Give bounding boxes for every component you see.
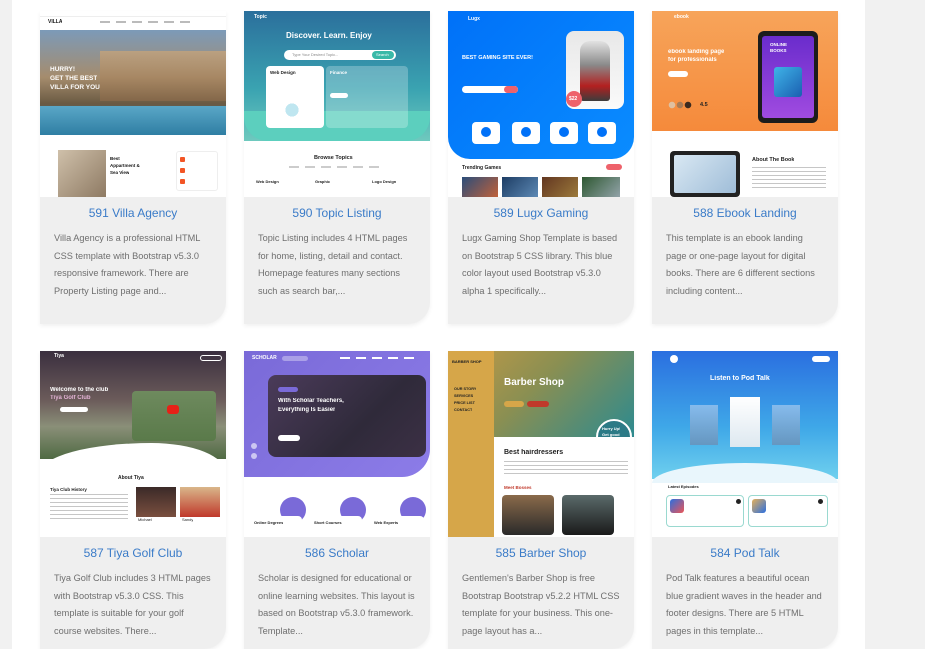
thumb-section: Latest Episodes (668, 484, 699, 489)
card-title[interactable]: 588 Ebook Landing (652, 206, 838, 222)
thumbnail-pod-talk[interactable]: Listen to Pod Talk Latest Episodes (652, 351, 838, 537)
thumb-item-2: Short Courses (314, 520, 342, 525)
card-description: Gentlemen's Barber Shop is free Bootstra… (462, 573, 620, 636)
thumb-section: Trending Games (462, 165, 502, 171)
thumb-card-2: Finance (330, 70, 348, 75)
thumb-section: Browse Topics (314, 155, 353, 161)
card-title[interactable]: 585 Barber Shop (448, 546, 634, 562)
template-card-ebook-landing[interactable]: ebook ebook landing page for professiona… (652, 11, 838, 324)
thumb-screen-1: ONLINE (770, 42, 788, 47)
thumb-sub: Tiya Club History (50, 487, 87, 492)
card-title[interactable]: 590 Topic Listing (244, 206, 430, 222)
thumb-section: About Tiya (118, 475, 144, 481)
thumb-feature-2: Appartment & (110, 163, 140, 168)
thumb-hero-line2: Tiya Golf Club (50, 395, 91, 401)
card-title[interactable]: 591 Villa Agency (40, 206, 226, 222)
thumb-topic-1: Web Design (256, 179, 279, 184)
card-title[interactable]: 584 Pod Talk (652, 546, 838, 562)
thumbnail-villa-agency[interactable]: VILLA HURRY! GET THE BEST VILLA FOR YOU … (40, 11, 226, 197)
template-card-topic-listing[interactable]: Topic Discover. Learn. Enjoy Type Your D… (244, 11, 430, 324)
thumb-hero-line3: VILLA FOR YOU (50, 84, 100, 91)
thumb-hero-line1: With Scholar Teachers, (278, 398, 344, 404)
thumb-section: About The Book (752, 157, 795, 163)
thumb-hero: BEST GAMING SITE EVER! (462, 55, 533, 61)
card-title[interactable]: 586 Scholar (244, 546, 430, 562)
thumb-search-button: Search (376, 52, 389, 57)
thumb-price: $22 (569, 96, 578, 102)
template-card-lugx-gaming[interactable]: Lugx BEST GAMING SITE EVER! $22 Trending… (448, 11, 634, 324)
template-card-barber-shop[interactable]: BARBER SHOP OUR STORY SERVICES PRICE LIS… (448, 351, 634, 649)
thumb-hero: Discover. Learn. Enjoy (286, 31, 372, 40)
template-gallery: VILLA HURRY! GET THE BEST VILLA FOR YOU … (12, 0, 865, 649)
thumb-hero-line1: HURRY! (50, 66, 76, 73)
thumbnail-topic-listing[interactable]: Topic Discover. Learn. Enjoy Type Your D… (244, 11, 430, 197)
thumb-rating: 4.5 (700, 102, 708, 108)
card-description: Topic Listing includes 4 HTML pages for … (258, 233, 408, 296)
thumbnail-scholar[interactable]: SCHOLAR With Scholar Teachers, Everythin… (244, 351, 430, 537)
thumb-hero-line1: Welcome to the club (50, 387, 109, 393)
template-card-villa-agency[interactable]: VILLA HURRY! GET THE BEST VILLA FOR YOU … (40, 11, 226, 324)
thumb-brand: BARBER SHOP (452, 359, 482, 364)
thumb-nav-3: PRICE LIST (454, 401, 475, 405)
thumb-nav-1: OUR STORY (454, 387, 477, 391)
thumb-badge-1: Hurry Up! (602, 426, 621, 431)
thumb-hero-line2: GET THE BEST (50, 75, 98, 82)
thumb-brand: ebook (674, 14, 689, 20)
card-description: Scholar is designed for educational or o… (258, 573, 415, 636)
thumb-nav-4: CONTACT (454, 408, 473, 412)
thumb-feature-3: Sea View (110, 170, 130, 175)
thumbnail-lugx-gaming[interactable]: Lugx BEST GAMING SITE EVER! $22 Trending… (448, 11, 634, 197)
thumb-hero: Listen to Pod Talk (710, 375, 770, 382)
thumb-hero-line2: Everything Is Easier (278, 407, 336, 413)
thumbnail-tiya-golf-club[interactable]: Tiya Welcome to the club Tiya Golf Club … (40, 351, 226, 537)
card-description: This template is an ebook landing page o… (666, 233, 815, 296)
thumb-search-input: Type Your Desired Topic... (292, 52, 339, 57)
card-description: Villa Agency is a professional HTML CSS … (54, 233, 201, 296)
card-title[interactable]: 589 Lugx Gaming (448, 206, 634, 222)
thumb-card-1: Web Design (270, 70, 296, 75)
thumb-person-1: Michael (138, 517, 152, 522)
thumbnail-barber-shop[interactable]: BARBER SHOP OUR STORY SERVICES PRICE LIS… (448, 351, 634, 537)
thumb-brand: SCHOLAR (252, 355, 277, 361)
thumb-screen-2: BOOKS (770, 48, 787, 53)
thumb-brand: VILLA (48, 19, 63, 25)
thumb-hero-line1: ebook landing page (668, 49, 725, 55)
thumb-item-1: Online Degrees (254, 520, 284, 525)
thumb-feature-1: Best (110, 156, 120, 161)
card-description: Tiya Golf Club includes 3 HTML pages wit… (54, 573, 211, 636)
template-card-scholar[interactable]: SCHOLAR With Scholar Teachers, Everythin… (244, 351, 430, 649)
card-description: Pod Talk features a beautiful ocean blue… (666, 573, 822, 636)
thumb-person-2: Sandy (182, 517, 194, 522)
thumb-topic-3: Logo Design (372, 179, 397, 184)
thumb-section: Best hairdressers (504, 449, 564, 456)
card-description: Lugx Gaming Shop Template is based on Bo… (462, 233, 618, 296)
template-card-pod-talk[interactable]: Listen to Pod Talk Latest Episodes 584 P… (652, 351, 838, 649)
thumbnail-ebook-landing[interactable]: ebook ebook landing page for professiona… (652, 11, 838, 197)
thumb-brand: Lugx (468, 16, 480, 22)
thumb-brand: Tiya (54, 353, 64, 359)
thumb-sub: Meet Bosses (504, 485, 532, 490)
thumb-brand: Topic (254, 14, 267, 20)
thumb-topic-2: Graphic (315, 179, 331, 184)
thumb-nav-2: SERVICES (454, 394, 474, 398)
card-title[interactable]: 587 Tiya Golf Club (40, 546, 226, 562)
template-card-tiya-golf-club[interactable]: Tiya Welcome to the club Tiya Golf Club … (40, 351, 226, 649)
thumb-hero: Barber Shop (504, 377, 565, 388)
thumb-hero-line2: for professionals (668, 57, 717, 63)
thumb-item-3: Web Experts (374, 520, 399, 525)
